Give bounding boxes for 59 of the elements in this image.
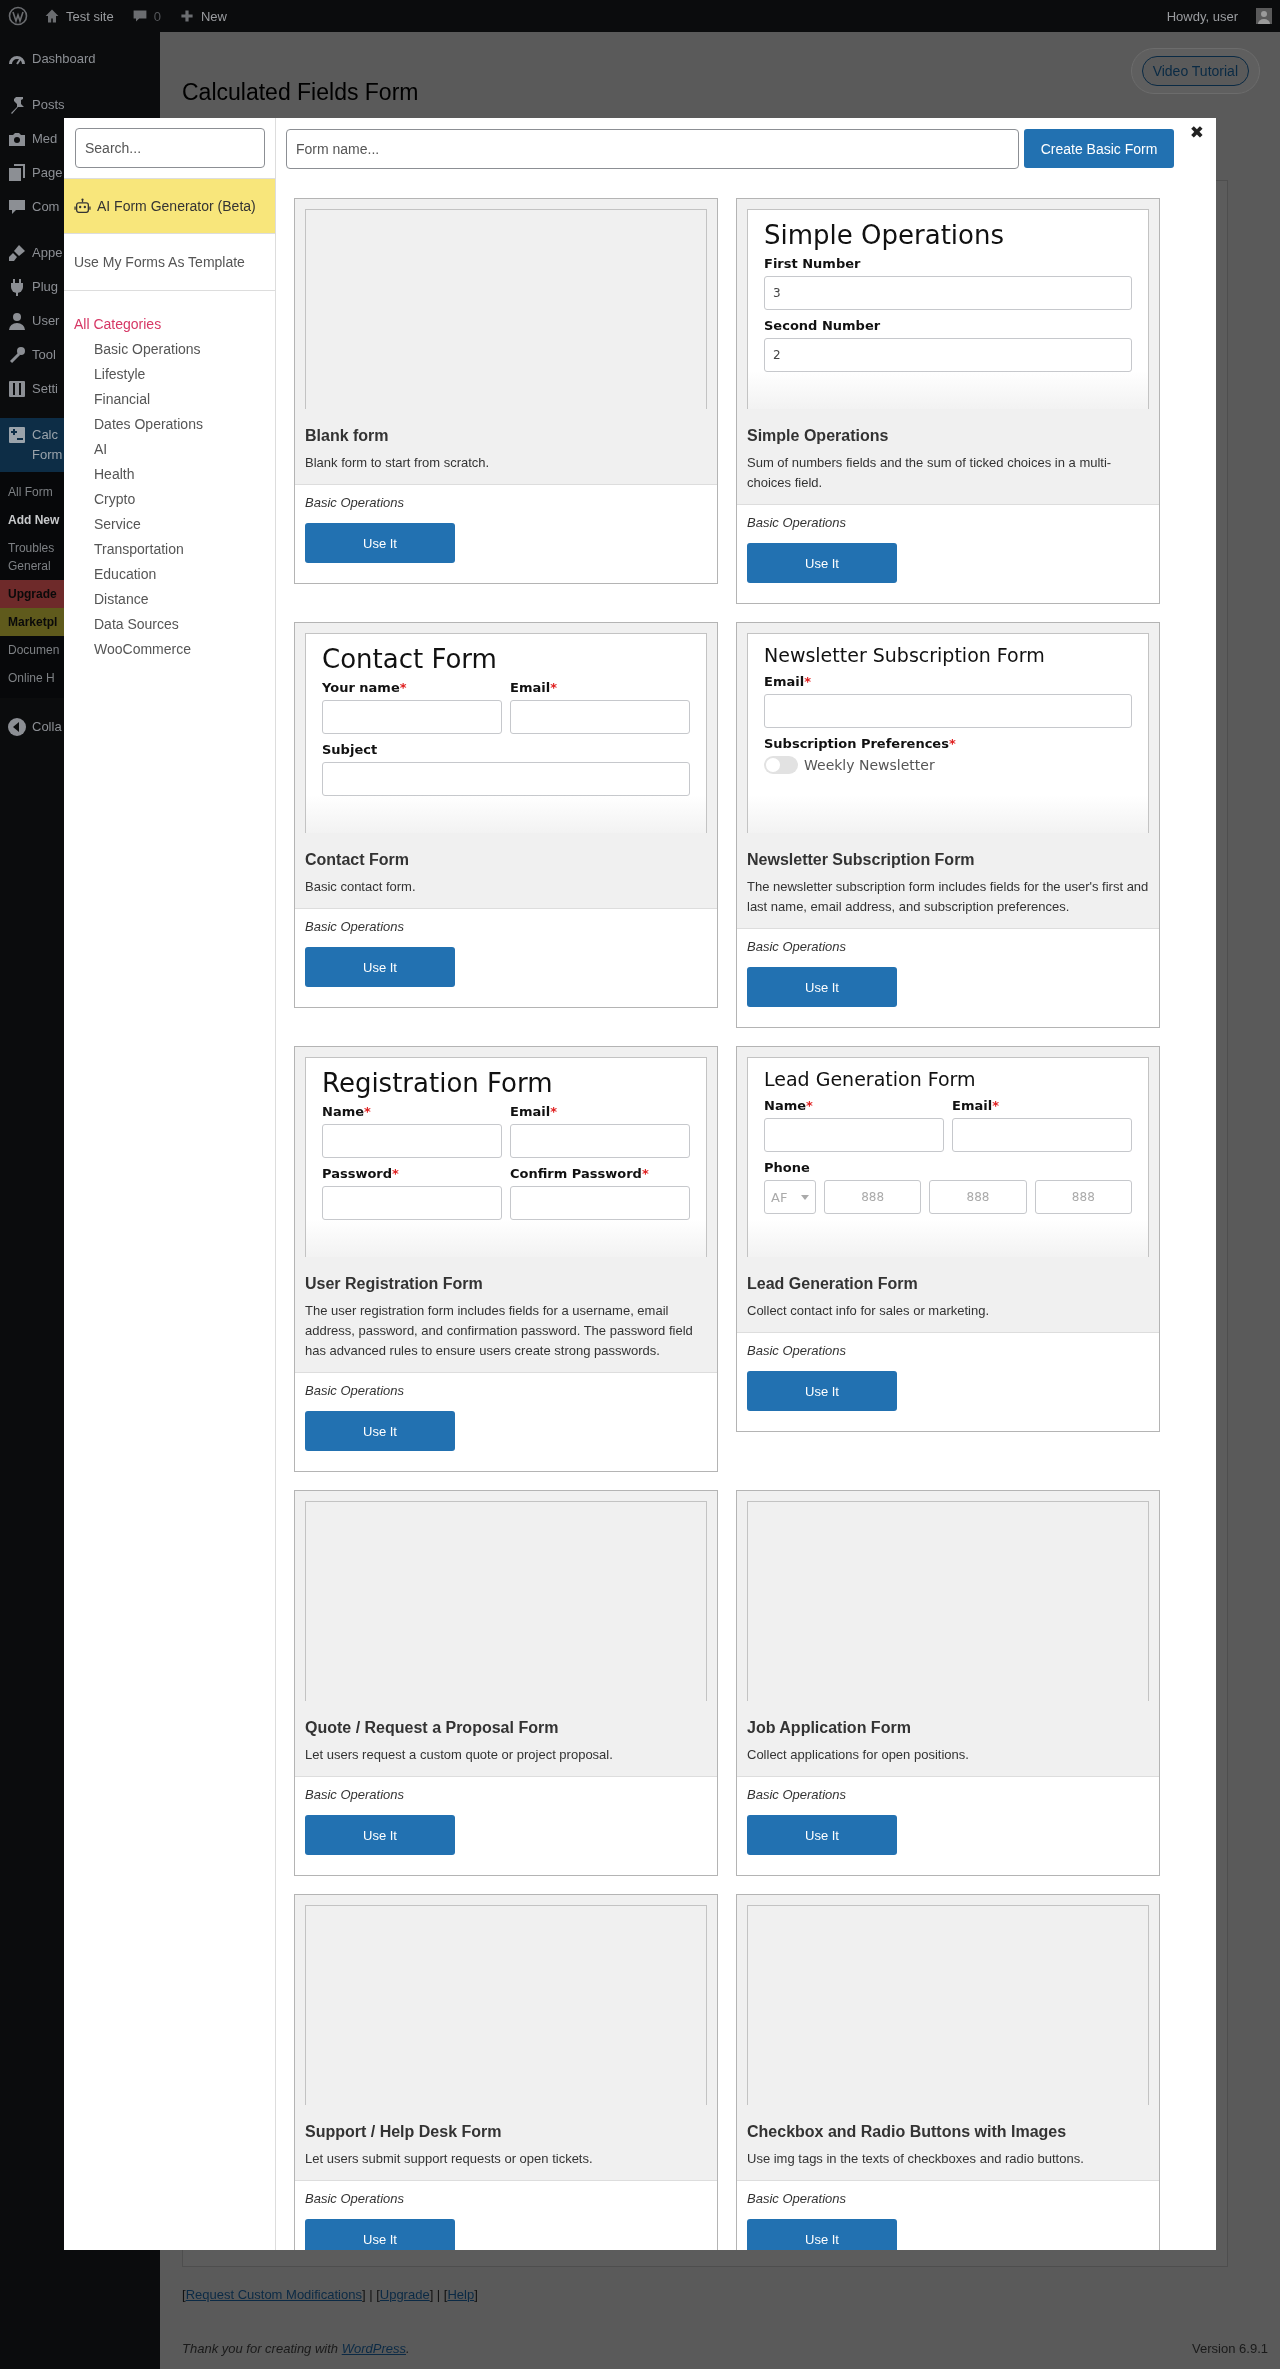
toggle-label: Weekly Newsletter: [804, 757, 935, 773]
template-category: Basic Operations: [305, 495, 405, 511]
template-title: Job Application Form: [747, 1719, 912, 1737]
template-title: Checkbox and Radio Buttons with Images: [747, 2123, 1068, 2141]
template-title: Contact Form: [305, 851, 410, 869]
field-label: Email*: [510, 680, 558, 695]
template-category: Basic Operations: [747, 939, 847, 955]
preview-title: Contact Form: [322, 644, 498, 674]
preview-title: Registration Form: [322, 1068, 554, 1098]
field-label: Email*: [952, 1098, 1000, 1113]
preview-title: Simple Operations: [764, 220, 1005, 250]
template-title: User Registration Form: [305, 1275, 484, 1293]
field-label: Name*: [764, 1098, 814, 1113]
template-description: Use img tags in the texts of checkboxes and radio buttons.: [747, 2150, 1085, 2168]
field-label: Subject: [322, 742, 379, 757]
template-category: Basic Operations: [305, 1383, 405, 1399]
template-title: Lead Generation Form: [747, 1275, 919, 1293]
input-field: 888: [929, 1180, 1027, 1214]
template-description: Blank form to start from scratch.: [305, 454, 491, 472]
field-label: Your name*: [322, 680, 408, 695]
template-title: Quote / Request a Proposal Form: [305, 1719, 560, 1737]
field-label: Email*: [764, 674, 812, 689]
input-field: 888: [1034, 1180, 1132, 1214]
template-description: Collect contact info for sales or marketing.: [747, 1302, 991, 1320]
preview-title: Newsletter Subscription Form: [764, 644, 1046, 666]
field-label: Name*: [322, 1104, 372, 1119]
field-label: Phone: [764, 1160, 811, 1175]
template-description: Collect applications for open positions.: [747, 1746, 970, 1764]
template-description: Let users request a custom quote or project proposal.: [305, 1746, 614, 1764]
template-description: Basic contact form.: [305, 878, 417, 896]
preview-title: Lead Generation Form: [764, 1068, 977, 1090]
template-category: Basic Operations: [747, 1787, 847, 1803]
footer-credit: Thank you for creating with WordPress.: [182, 2341, 410, 2356]
template-category: Basic Operations: [747, 515, 847, 531]
template-description: Sum of numbers fields and the sum of ticked choices in a multi-choices field.: [747, 454, 1113, 492]
template-category: Basic Operations: [747, 1343, 847, 1359]
field-label: Second Number: [764, 318, 882, 333]
template-description: The user registration form includes fields for a username, email address, password, and confirmation password. The password field has advanced rules to ensure users create strong passwords.: [305, 1302, 694, 1360]
field-label: First Number: [764, 256, 862, 271]
template-title: Support / Help Desk Form: [305, 2123, 503, 2141]
field-label: Confirm Password*: [510, 1166, 650, 1181]
field-label: Subscription Preferences*: [764, 736, 957, 751]
template-category: Basic Operations: [305, 2191, 405, 2207]
template-description: Let users submit support requests or open tickets.: [305, 2150, 594, 2168]
template-title: Newsletter Subscription Form: [747, 851, 976, 869]
input-field: 3: [764, 276, 1132, 310]
template-category: Basic Operations: [305, 1787, 405, 1803]
template-category: Basic Operations: [305, 919, 405, 935]
version-text: Version 6.9.1: [1192, 2341, 1268, 2356]
template-title: Blank form: [305, 427, 390, 445]
input-field: 888: [824, 1180, 922, 1214]
template-title: Simple Operations: [747, 427, 890, 445]
template-category: Basic Operations: [747, 2191, 847, 2207]
input-field: 2: [764, 338, 1132, 372]
template-description: The newsletter subscription form includes fields for the user's first and last name, email address, and subscription preferences.: [747, 878, 1149, 916]
field-label: Password*: [322, 1166, 400, 1181]
page-title: Calculated Fields Form: [182, 78, 419, 106]
footer-links: [Request Custom Modifications] | [Upgrade] | [Help]: [182, 2287, 479, 2302]
field-label: Email*: [510, 1104, 558, 1119]
